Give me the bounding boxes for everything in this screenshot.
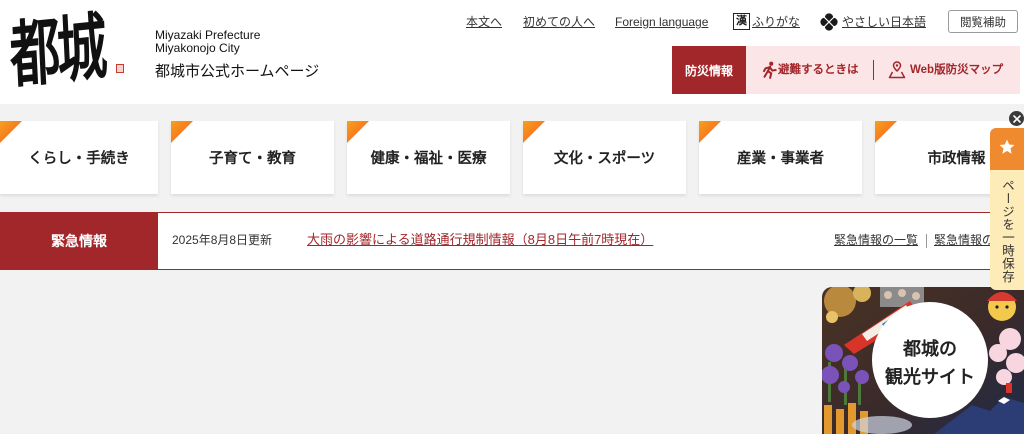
evacuation-guide-link[interactable]: 避難するときは bbox=[758, 46, 866, 94]
furigana-label: ふりがな bbox=[752, 15, 801, 29]
logo-calligraphy: 都城 bbox=[8, 3, 106, 99]
nav-card-corner-accent bbox=[171, 121, 193, 143]
emergency-updated-date: 2025年8月8日更新 bbox=[172, 233, 273, 247]
category-nav: くらし・手続き 子育て・教育 健康・福祉・医療 文化・スポーツ 産業・事業者 市… bbox=[0, 121, 1024, 194]
skip-to-content-link[interactable]: 本文へ bbox=[466, 15, 502, 30]
evacuation-icon bbox=[760, 61, 778, 79]
star-icon bbox=[998, 138, 1016, 161]
save-page-star-button[interactable] bbox=[990, 128, 1024, 170]
logo-seal bbox=[116, 64, 124, 73]
save-page-tab[interactable]: ページを一時保存 bbox=[990, 170, 1024, 290]
nav-card-industry[interactable]: 産業・事業者 bbox=[699, 121, 862, 194]
nav-card-label: 子育て・教育 bbox=[209, 151, 296, 167]
nav-card-label: 文化・スポーツ bbox=[553, 151, 656, 167]
emergency-list-link[interactable]: 緊急情報の一覧 bbox=[834, 233, 918, 248]
disaster-links-panel: 避難するときは Web版防災マップ bbox=[746, 46, 1020, 94]
nav-card-label: くらし・手続き bbox=[28, 151, 130, 167]
site-logo-link[interactable]: 都城 Miyazaki Prefecture Miyakonojo City 都… bbox=[0, 0, 330, 100]
map-pin-icon bbox=[888, 61, 906, 79]
emergency-secondary-link[interactable]: 緊急情報の bbox=[934, 233, 994, 248]
close-icon[interactable] bbox=[1009, 111, 1024, 126]
disaster-info-button[interactable]: 防災情報 bbox=[672, 46, 746, 94]
easy-japanese-link[interactable]: やさしい日本語 bbox=[819, 11, 927, 33]
nav-card-label: 健康・福祉・医療 bbox=[370, 151, 487, 167]
logo-city-en: Miyakonojo City bbox=[155, 41, 240, 55]
emergency-info-bar: 緊急情報 2025年8月8日更新 大雨の影響による道路通行規制情報（8月8日午前… bbox=[0, 212, 1024, 270]
nav-card-corner-accent bbox=[0, 121, 22, 143]
emergency-links-separator bbox=[926, 234, 927, 248]
emergency-headline-link[interactable]: 大雨の影響による道路通行規制情報（8月8日午前7時現在） bbox=[307, 232, 653, 248]
tourism-banner-title-line2: 観光サイト bbox=[885, 367, 975, 387]
nav-card-corner-accent bbox=[875, 121, 897, 143]
nav-card-corner-accent bbox=[347, 121, 369, 143]
tourism-site-banner[interactable]: 都城の 観光サイト bbox=[822, 287, 1024, 434]
site-title: 都城市公式ホームページ bbox=[155, 63, 320, 80]
nav-card-label: 産業・事業者 bbox=[737, 151, 824, 167]
site-header: 都城 Miyazaki Prefecture Miyakonojo City 都… bbox=[0, 0, 1024, 104]
first-time-visitors-link[interactable]: 初めての人へ bbox=[523, 15, 595, 30]
nav-card-living[interactable]: くらし・手続き bbox=[0, 121, 158, 194]
foreign-language-link[interactable]: Foreign language bbox=[615, 15, 708, 30]
emergency-info-heading: 緊急情報 bbox=[0, 212, 158, 270]
evacuation-guide-label: 避難するときは bbox=[778, 64, 859, 76]
tourism-banner-title-line1: 都城の bbox=[903, 339, 957, 359]
nav-card-corner-accent bbox=[699, 121, 721, 143]
nav-card-culture[interactable]: 文化・スポーツ bbox=[523, 121, 686, 194]
save-page-label: ページを一時保存 bbox=[1000, 179, 1014, 283]
nav-card-childcare[interactable]: 子育て・教育 bbox=[171, 121, 334, 194]
hazard-map-label: Web版防災マップ bbox=[910, 64, 1004, 76]
nav-card-health[interactable]: 健康・福祉・医療 bbox=[347, 121, 510, 194]
accessibility-button[interactable]: 閲覧補助 bbox=[948, 10, 1018, 33]
kanji-icon: 漢 bbox=[733, 13, 750, 30]
hazard-map-link[interactable]: Web版防災マップ bbox=[886, 46, 1016, 94]
furigana-toggle[interactable]: 漢 ふりがな bbox=[732, 11, 802, 33]
easy-japanese-label: やさしい日本語 bbox=[842, 15, 927, 29]
disaster-links-divider bbox=[873, 60, 874, 80]
nav-card-label: 市政情報 bbox=[927, 151, 986, 167]
clover-icon bbox=[820, 13, 838, 31]
tourism-banner-illustration bbox=[822, 287, 1024, 434]
nav-card-corner-accent bbox=[523, 121, 545, 143]
